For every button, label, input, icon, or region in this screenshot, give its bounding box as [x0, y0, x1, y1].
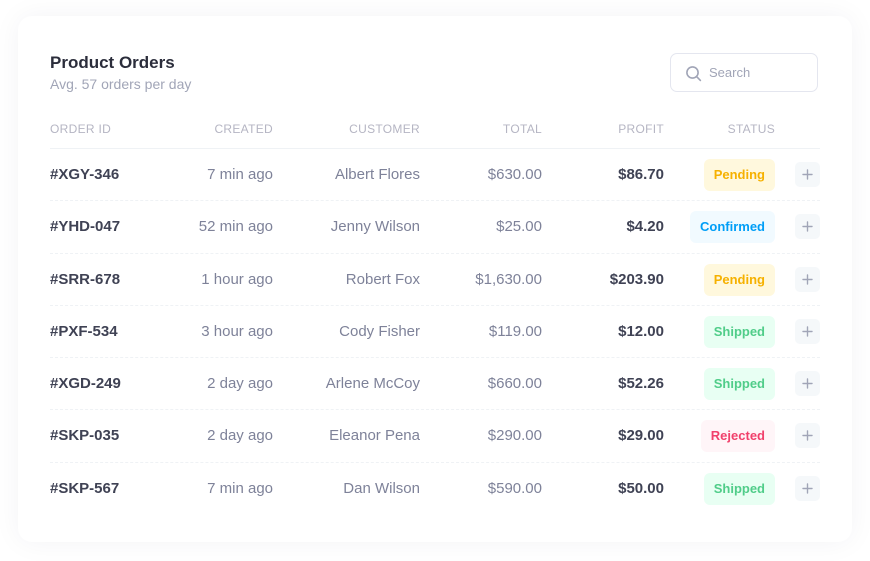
- column-header-total[interactable]: TOTAL: [503, 122, 542, 136]
- status-badge: Rejected: [700, 420, 775, 453]
- expand-row-button[interactable]: [795, 214, 820, 240]
- status-badge: Pending: [703, 263, 775, 296]
- order-customer[interactable]: Eleanor Pena: [329, 427, 420, 445]
- status-badge: Shipped: [703, 315, 775, 348]
- plus-icon: [802, 378, 813, 389]
- table-row: #SKP-035 2 day ago Eleanor Pena $290.00 …: [0, 410, 870, 463]
- expand-row-button[interactable]: [795, 475, 820, 501]
- search-box[interactable]: [670, 53, 818, 92]
- order-profit: $52.26: [618, 375, 664, 393]
- expand-row-button[interactable]: [795, 371, 820, 397]
- column-header-customer[interactable]: CUSTOMER: [349, 122, 420, 136]
- order-id[interactable]: #PXF-534: [50, 323, 118, 341]
- order-created: 7 min ago: [207, 166, 273, 183]
- column-header-profit[interactable]: PROFIT: [618, 122, 664, 136]
- column-header-order-id[interactable]: ORDER ID: [50, 122, 111, 136]
- page-subtitle: Avg. 57 orders per day: [50, 76, 192, 92]
- table-row: #YHD-047 52 min ago Jenny Wilson $25.00 …: [0, 201, 870, 254]
- expand-row-button[interactable]: [795, 162, 820, 187]
- order-created: 3 hour ago: [201, 322, 273, 340]
- order-total: $590.00: [487, 479, 542, 497]
- order-created: 7 min ago: [207, 479, 273, 497]
- order-total: $630.00: [487, 166, 542, 183]
- table-row: #XGD-249 2 day ago Arlene McCoy $660.00 …: [0, 358, 870, 411]
- order-id[interactable]: #SKP-567: [50, 480, 119, 498]
- column-header-created[interactable]: CREATED: [214, 122, 273, 136]
- order-profit: $4.20: [626, 218, 664, 236]
- plus-icon: [802, 483, 813, 494]
- status-badge: Shipped: [703, 368, 775, 401]
- plus-icon: [802, 221, 813, 232]
- status-badge: Pending: [703, 159, 775, 191]
- order-id[interactable]: #YHD-047: [50, 218, 120, 236]
- order-created: 1 hour ago: [201, 270, 273, 288]
- order-customer[interactable]: Dan Wilson: [343, 480, 420, 498]
- order-created: 52 min ago: [198, 218, 273, 236]
- order-profit: $203.90: [609, 270, 664, 288]
- order-customer[interactable]: Robert Fox: [346, 271, 420, 289]
- table-header: ORDER ID CREATED CUSTOMER TOTAL PROFIT S…: [0, 118, 870, 140]
- table-row: #PXF-534 3 hour ago Cody Fisher $119.00 …: [0, 306, 870, 359]
- order-total: $290.00: [487, 427, 542, 445]
- order-created: 2 day ago: [207, 375, 273, 393]
- order-total: $25.00: [496, 218, 542, 236]
- order-profit: $29.00: [618, 427, 664, 445]
- search-input[interactable]: [709, 54, 813, 91]
- status-badge: Confirmed: [690, 211, 775, 244]
- plus-icon: [802, 430, 813, 442]
- plus-icon: [802, 326, 813, 337]
- order-id[interactable]: #XGD-249: [50, 375, 121, 393]
- order-id[interactable]: #SRR-678: [50, 271, 120, 289]
- table-row: #XGY-346 7 min ago Albert Flores $630.00…: [0, 149, 870, 202]
- plus-icon: [802, 169, 813, 180]
- order-profit: $12.00: [618, 322, 664, 340]
- expand-row-button[interactable]: [795, 266, 820, 292]
- order-total: $660.00: [487, 375, 542, 393]
- order-customer[interactable]: Arlene McCoy: [326, 375, 420, 393]
- order-customer[interactable]: Cody Fisher: [339, 323, 420, 341]
- plus-icon: [802, 273, 813, 285]
- order-id[interactable]: #XGY-346: [50, 166, 119, 184]
- status-badge: Shipped: [703, 472, 775, 505]
- order-created: 2 day ago: [207, 427, 273, 445]
- order-customer[interactable]: Albert Flores: [335, 166, 420, 184]
- column-header-status[interactable]: STATUS: [728, 122, 775, 136]
- orders-table-body: #XGY-346 7 min ago Albert Flores $630.00…: [0, 149, 870, 515]
- order-profit: $86.70: [618, 166, 664, 183]
- order-customer[interactable]: Jenny Wilson: [331, 218, 420, 236]
- order-total: $1,630.00: [475, 270, 542, 288]
- order-id[interactable]: #SKP-035: [50, 427, 119, 445]
- table-row: #SKP-567 7 min ago Dan Wilson $590.00 $5…: [0, 463, 870, 515]
- expand-row-button[interactable]: [795, 318, 820, 344]
- order-profit: $50.00: [618, 479, 664, 497]
- page-title: Product Orders: [50, 53, 175, 72]
- order-total: $119.00: [488, 322, 542, 340]
- expand-row-button[interactable]: [795, 423, 820, 449]
- search-icon: [686, 66, 702, 82]
- table-row: #SRR-678 1 hour ago Robert Fox $1,630.00…: [0, 254, 870, 306]
